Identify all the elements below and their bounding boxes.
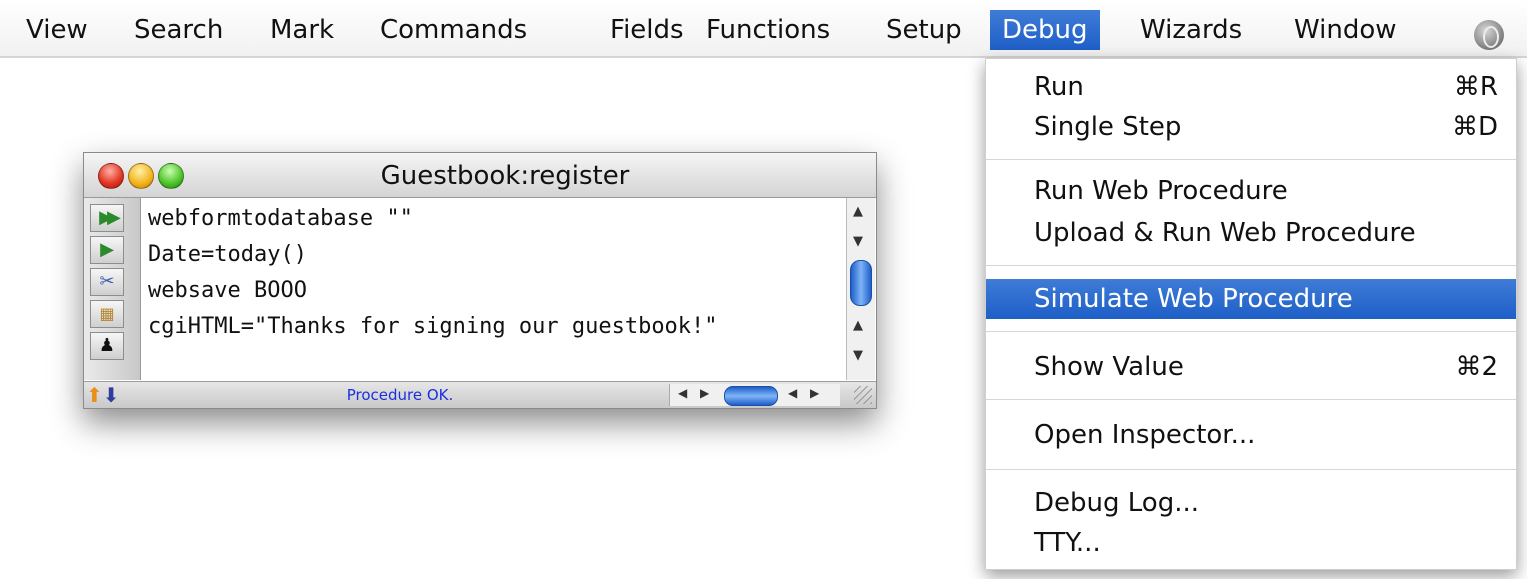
menu-separator (986, 159, 1516, 160)
resize-grip-icon[interactable] (854, 386, 872, 404)
shortcut-label: ⌘R (1453, 72, 1498, 102)
menu-wizards[interactable]: Wizards (1128, 10, 1254, 50)
menu-item-label: Upload & Run Web Procedure (1034, 218, 1416, 248)
scroll-up-icon[interactable]: ▲ (853, 204, 863, 219)
tool-strip: ▶▶ ▶ ✂ ▦ ♟ (84, 198, 141, 380)
status-bar: ⬆⬇ Procedure OK. ◀ ▶ ◀ ▶ (84, 381, 876, 408)
menu-item-run-web-procedure[interactable]: Run Web Procedure (986, 171, 1516, 211)
menu-setup[interactable]: Setup (874, 10, 974, 50)
scissors-icon[interactable]: ✂ (90, 268, 124, 296)
code-line[interactable]: websave BOOO (148, 273, 838, 309)
menu-window[interactable]: Window (1282, 10, 1409, 50)
code-line[interactable]: webformtodatabase "" (148, 201, 838, 237)
menu-item-tty[interactable]: TTY... (986, 523, 1516, 563)
menu-mark[interactable]: Mark (258, 10, 346, 50)
scroll-down-icon[interactable]: ▼ (853, 234, 863, 249)
scroll-left-icon[interactable]: ◀ (678, 386, 687, 400)
scroll-down-icon[interactable]: ▼ (853, 348, 863, 363)
horizontal-scrollbar[interactable]: ◀ ▶ ◀ ▶ (669, 384, 840, 406)
menu-item-show-value[interactable]: Show Value ⌘2 (986, 347, 1516, 387)
menu-item-open-inspector[interactable]: Open Inspector... (986, 415, 1516, 455)
menu-item-upload-run-web-procedure[interactable]: Upload & Run Web Procedure (986, 213, 1516, 253)
shortcut-label: ⌘2 (1455, 352, 1498, 382)
menu-functions[interactable]: Functions (694, 10, 842, 50)
menu-item-single-step[interactable]: Single Step ⌘D (986, 107, 1516, 147)
scroll-up-icon[interactable]: ▲ (853, 318, 863, 333)
up-down-arrows-icon[interactable]: ⬆⬇ (86, 383, 134, 407)
menu-item-label: Single Step (1034, 112, 1182, 142)
menu-search[interactable]: Search (122, 10, 235, 50)
procedure-window: Guestbook:register ▶▶ ▶ ✂ ▦ ♟ webformtod… (83, 152, 877, 409)
menu-commands[interactable]: Commands (368, 10, 539, 50)
menu-separator (986, 399, 1516, 400)
menu-debug[interactable]: Debug (990, 10, 1100, 50)
menu-item-run[interactable]: Run ⌘R (986, 67, 1516, 107)
run-icon[interactable]: ▶ (90, 236, 124, 264)
stamp-icon[interactable]: ♟ (90, 332, 124, 360)
menu-item-label: TTY... (1034, 528, 1101, 558)
debug-menu: Run ⌘R Single Step ⌘D Run Web Procedure … (985, 58, 1517, 570)
menu-item-label: Run (1034, 72, 1084, 102)
menu-bar: View Search Mark Commands Fields Functio… (0, 0, 1527, 58)
menu-item-label: Show Value (1034, 352, 1184, 382)
h-scroll-thumb[interactable] (724, 386, 778, 406)
window-title: Guestbook:register (380, 161, 630, 191)
procedure-icon[interactable]: ▦ (90, 300, 124, 328)
menu-separator (986, 469, 1516, 470)
menu-separator (986, 265, 1516, 266)
code-line[interactable]: cgiHTML="Thanks for signing our guestboo… (148, 309, 838, 345)
scroll-left-icon[interactable]: ◀ (788, 386, 797, 400)
menu-item-debug-log[interactable]: Debug Log... (986, 483, 1516, 523)
status-text: Procedure OK. (346, 386, 454, 404)
menu-item-label: Simulate Web Procedure (1034, 284, 1353, 314)
scroll-right-icon[interactable]: ▶ (700, 386, 709, 400)
menu-item-label: Debug Log... (1034, 488, 1200, 518)
globe-icon[interactable] (1474, 20, 1504, 50)
scroll-thumb[interactable] (850, 260, 872, 306)
menu-item-simulate-web-procedure[interactable]: Simulate Web Procedure (986, 279, 1516, 319)
procedure-editor[interactable]: webformtodatabase "" Date=today() websav… (148, 201, 838, 345)
vertical-scrollbar[interactable]: ▲ ▼ ▲ ▼ (846, 198, 875, 380)
code-line[interactable]: Date=today() (148, 237, 838, 273)
window-titlebar[interactable]: Guestbook:register (84, 153, 876, 198)
menu-item-label: Run Web Procedure (1034, 176, 1288, 206)
menu-fields[interactable]: Fields (598, 10, 696, 50)
shortcut-label: ⌘D (1451, 112, 1498, 142)
menu-view[interactable]: View (14, 10, 100, 50)
run-all-icon[interactable]: ▶▶ (90, 204, 124, 232)
scroll-right-icon[interactable]: ▶ (810, 386, 819, 400)
menu-item-label: Open Inspector... (1034, 420, 1256, 450)
menu-separator (986, 331, 1516, 332)
